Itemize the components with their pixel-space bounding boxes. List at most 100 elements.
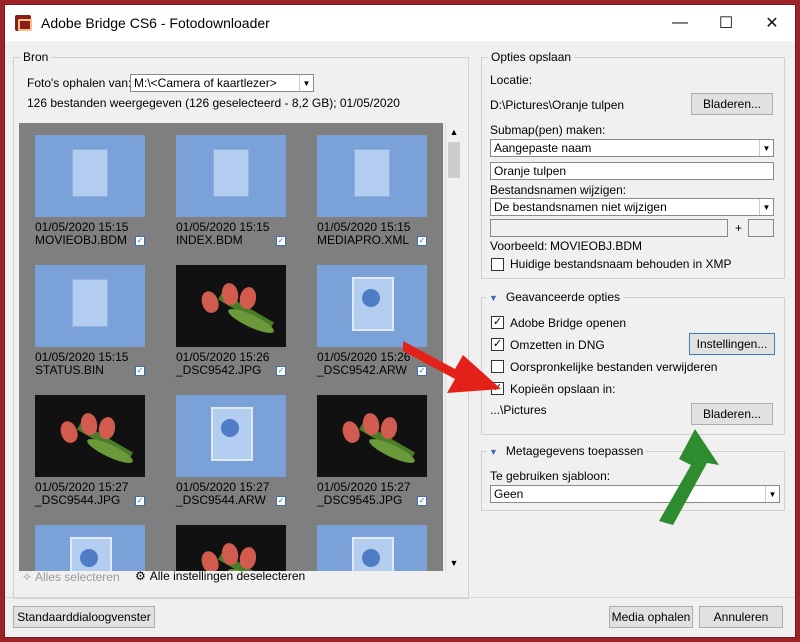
thumbnail-filename: STATUS.BIN	[35, 363, 104, 377]
chevron-down-icon[interactable]: ▼	[489, 447, 498, 457]
get-media-button[interactable]: Media ophalen	[609, 606, 693, 628]
template-label: Te gebruiken sjabloon:	[490, 469, 611, 483]
thumbnail-checkbox[interactable]: ✓	[276, 496, 286, 506]
location-browse-button[interactable]: Bladeren...	[691, 93, 773, 115]
tulip-photo-thumbnail	[176, 265, 286, 347]
thumbnail-item[interactable]: 01/05/2020 15:27 _DSC9545.JPG ✓	[303, 395, 433, 507]
advanced-options-legend: ▼ Geavanceerde opties	[486, 290, 623, 304]
example-value: MOVIEOBJ.BDM	[550, 239, 643, 253]
example-label: Voorbeeld:	[490, 239, 548, 253]
cancel-button[interactable]: Annuleren	[699, 606, 783, 628]
thumbnail-item[interactable]: 01/05/2020 15:15 STATUS.BIN ✓	[21, 265, 151, 377]
green-arrow-shape	[659, 429, 719, 525]
close-button[interactable]: ✕	[749, 5, 795, 41]
source-select-value: M:\<Camera of kaartlezer>	[134, 76, 277, 90]
source-select[interactable]: M:\<Camera of kaartlezer> ▼	[130, 74, 314, 92]
thumbnail-caption: 01/05/2020 15:15 STATUS.BIN ✓	[35, 351, 151, 377]
thumbnail-filename: INDEX.BDM	[176, 233, 243, 247]
deselect-all-button[interactable]: ⚙ Alle instellingen deselecteren	[135, 569, 305, 583]
red-arrow-shape	[403, 341, 501, 393]
thumbnail-checkbox[interactable]: ✓	[135, 496, 145, 506]
thumbnail-filename: MEDIAPRO.XML	[317, 233, 410, 247]
chevron-down-icon: ▼	[759, 140, 773, 156]
thumbnail-checkbox[interactable]: ✓	[276, 366, 286, 376]
copies-path: ...\Pictures	[490, 403, 547, 417]
metadata-legend-text: Metagegevens toepassen	[505, 444, 644, 458]
bron-legend: Bron	[20, 50, 52, 64]
maximize-button[interactable]: ☐	[703, 5, 749, 41]
thumbnail-item[interactable]: 01/05/2020 15:15 MOVIEOBJ.BDM ✓	[21, 135, 151, 247]
thumbnail-checkbox[interactable]: ✓	[417, 236, 427, 246]
thumbnail-filename: _DSC9544.ARW	[176, 493, 266, 507]
thumbnail-item[interactable]: 01/05/2020 15:15 INDEX.BDM ✓	[162, 135, 292, 247]
document-file-icon	[35, 135, 145, 217]
minimize-button[interactable]: —	[657, 5, 703, 41]
thumbnail-caption: 01/05/2020 15:27 _DSC9545.JPG ✓	[317, 481, 433, 507]
window-title: Adobe Bridge CS6 - Fotodownloader	[41, 15, 270, 31]
thumbnail-filename: _DSC9542.JPG	[176, 363, 262, 377]
chevron-down-icon[interactable]: ▼	[489, 293, 498, 303]
thumbnail-checkbox[interactable]: ✓	[276, 236, 286, 246]
thumbnail-caption: 01/05/2020 15:15 MEDIAPRO.XML ✓	[317, 221, 433, 247]
image-file-icon	[176, 395, 286, 477]
thumbnail-item[interactable]: 01/05/2020 15:27 _DSC9544.JPG ✓	[21, 395, 151, 507]
thumbnail-caption: 01/05/2020 15:15 INDEX.BDM ✓	[176, 221, 292, 247]
settings-button[interactable]: Instellingen...	[689, 333, 775, 355]
adobe-bridge-icon	[15, 15, 32, 31]
advanced-options-legend-text: Geavanceerde opties	[505, 290, 620, 304]
scroll-thumb[interactable]	[448, 142, 460, 178]
thumbnail-item[interactable]	[162, 525, 292, 571]
thumbnail-item[interactable]: 01/05/2020 15:27 _DSC9544.ARW ✓	[162, 395, 292, 507]
title-bar: Adobe Bridge CS6 - Fotodownloader — ☐ ✕	[5, 5, 795, 41]
document-file-icon	[176, 135, 286, 217]
thumbnail-checkbox[interactable]: ✓	[135, 366, 145, 376]
rename-select[interactable]: De bestandsnamen niet wijzigen ▼	[490, 198, 774, 216]
thumbnail-filename: _DSC9545.JPG	[317, 493, 403, 507]
rename-label: Bestandsnamen wijzigen:	[490, 183, 627, 197]
deselect-all-icon: ⚙	[135, 569, 146, 583]
chevron-down-icon: ▼	[759, 199, 773, 215]
thumbnail-item[interactable]	[303, 525, 433, 571]
keep-name-label: Huidige bestandsnaam behouden in XMP	[510, 257, 732, 271]
thumbnail-item[interactable]: 01/05/2020 15:15 MEDIAPRO.XML ✓	[303, 135, 433, 247]
thumbnail-item[interactable]	[21, 525, 151, 571]
location-value: D:\Pictures\Oranje tulpen	[490, 98, 625, 112]
thumbnail-checkbox[interactable]: ✓	[135, 236, 145, 246]
select-all-label: Alles selecteren	[34, 569, 120, 584]
copies-browse-button[interactable]: Bladeren...	[691, 403, 773, 425]
photo-downloader-window: Adobe Bridge CS6 - Fotodownloader — ☐ ✕ …	[4, 4, 796, 638]
thumbnail-filename: _DSC9544.JPG	[35, 493, 121, 507]
thumbnail-grid[interactable]: 01/05/2020 15:15 MOVIEOBJ.BDM ✓ 01/05/2020 …	[19, 123, 443, 571]
standard-dialog-button[interactable]: Standaarddialoogvenster	[13, 606, 155, 628]
subfolder-name-input[interactable]: Oranje tulpen	[490, 162, 774, 180]
rename-suffix-input[interactable]	[748, 219, 774, 237]
plus-label: +	[735, 221, 743, 235]
thumbnail-item[interactable]: 01/05/2020 15:26 _DSC9542.JPG ✓	[162, 265, 292, 377]
open-bridge-checkbox[interactable]: ✓	[491, 316, 504, 329]
deselect-all-label: Alle instellingen deselecteren	[149, 569, 306, 583]
thumbnail-caption: 01/05/2020 15:15 MOVIEOBJ.BDM ✓	[35, 221, 151, 247]
scroll-up-icon[interactable]: ▲	[446, 123, 462, 140]
image-file-icon	[35, 525, 145, 571]
thumbnail-caption: 01/05/2020 15:27 _DSC9544.ARW ✓	[176, 481, 292, 507]
save-copies-label: Kopieën opslaan in:	[510, 382, 616, 396]
subfolder-select-value: Aangepaste naam	[494, 141, 592, 155]
subfolder-label: Submap(pen) maken:	[490, 123, 606, 137]
convert-dng-label: Omzetten in DNG	[510, 338, 605, 352]
thumbnail-checkbox[interactable]: ✓	[417, 496, 427, 506]
thumbnail-filename: MOVIEOBJ.BDM	[35, 233, 128, 247]
document-file-icon	[317, 135, 427, 217]
select-all-icon: ⟡	[23, 569, 31, 583]
keep-name-checkbox[interactable]	[491, 258, 504, 271]
select-all-button[interactable]: ⟡ Alles selecteren	[23, 569, 120, 584]
image-file-icon	[317, 525, 427, 571]
rename-custom-input[interactable]	[490, 219, 728, 237]
get-from-label: Foto's ophalen van:	[27, 76, 132, 90]
thumbnail-caption: 01/05/2020 15:26 _DSC9542.JPG ✓	[176, 351, 292, 377]
scroll-down-icon[interactable]: ▼	[446, 554, 462, 571]
footer-divider	[5, 597, 795, 598]
chevron-down-icon: ▼	[765, 486, 779, 502]
open-bridge-label: Adobe Bridge openen	[510, 316, 627, 330]
tulip-photo-thumbnail	[176, 525, 286, 571]
subfolder-select[interactable]: Aangepaste naam ▼	[490, 139, 774, 157]
